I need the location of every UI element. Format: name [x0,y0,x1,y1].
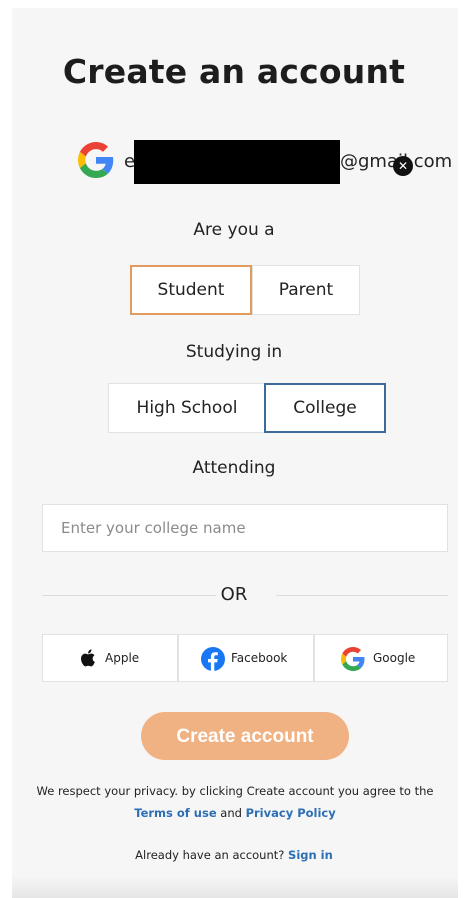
role-option-parent[interactable]: Parent [252,265,360,315]
college-name-input[interactable] [42,504,448,552]
privacy-text: We respect your privacy. by clicking Cre… [36,784,434,798]
apple-icon [81,649,95,667]
facebook-signin-button[interactable]: Facebook [178,634,314,682]
sign-in-link[interactable]: Sign in [288,848,333,862]
privacy-policy-link[interactable]: Privacy Policy [246,806,336,820]
google-signin-button[interactable]: Google [314,634,448,682]
apple-button-label: Apple [105,651,140,665]
attending-label: Attending [192,458,276,478]
google-icon [341,647,365,671]
role-question: Are you a [193,220,275,240]
google-button-label: Google [373,651,416,665]
create-account-button[interactable]: Create account [141,712,349,760]
study-question: Studying in [185,342,283,362]
study-option-high-school[interactable]: High School [108,383,266,433]
privacy-and: and [220,806,242,820]
apple-signin-button[interactable]: Apple [42,634,178,682]
role-option-student[interactable]: Student [130,265,252,315]
redacted-email-block [134,140,340,184]
study-option-college[interactable]: College [264,383,386,433]
signin-prompt-row: Already have an account? Sign in [0,848,468,862]
google-icon [78,142,114,178]
bottom-shadow [12,876,458,898]
terms-of-use-link[interactable]: Terms of use [134,806,216,820]
signin-prompt: Already have an account? [135,848,285,862]
divider-right [276,595,448,596]
close-circle-icon[interactable]: ✕ [393,156,413,176]
facebook-button-label: Facebook [231,651,288,665]
page-title: Create an account [62,52,406,91]
facebook-icon [201,647,225,671]
privacy-notice: We respect your privacy. by clicking Cre… [30,780,440,824]
